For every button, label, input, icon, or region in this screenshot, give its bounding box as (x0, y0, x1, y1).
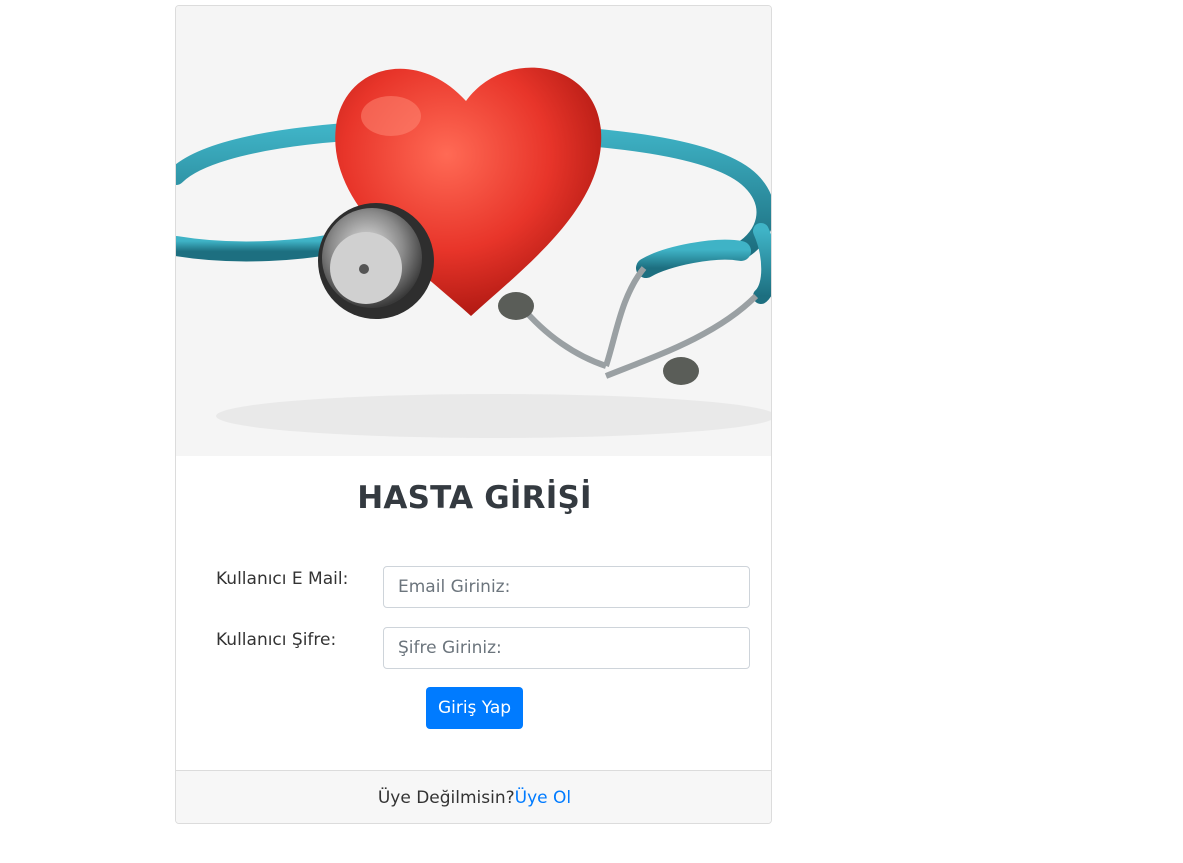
heart-stethoscope-illustration (176, 6, 771, 456)
page-title: HASTA GİRİŞİ (357, 480, 592, 516)
hero-image (176, 6, 771, 456)
card-footer: Üye Değilmisin?Üye Ol (176, 770, 771, 823)
login-card: HASTA GİRİŞİ Kullanıcı E Mail: Kullanıcı… (175, 5, 772, 824)
register-link[interactable]: Üye Ol (515, 788, 571, 808)
email-field[interactable] (383, 566, 750, 608)
email-label: Kullanıcı E Mail: (216, 569, 349, 589)
password-label: Kullanıcı Şifre: (216, 630, 337, 650)
password-field[interactable] (383, 627, 750, 669)
register-prompt: Üye Değilmisin? (377, 788, 515, 808)
login-button[interactable]: Giriş Yap (426, 687, 523, 729)
